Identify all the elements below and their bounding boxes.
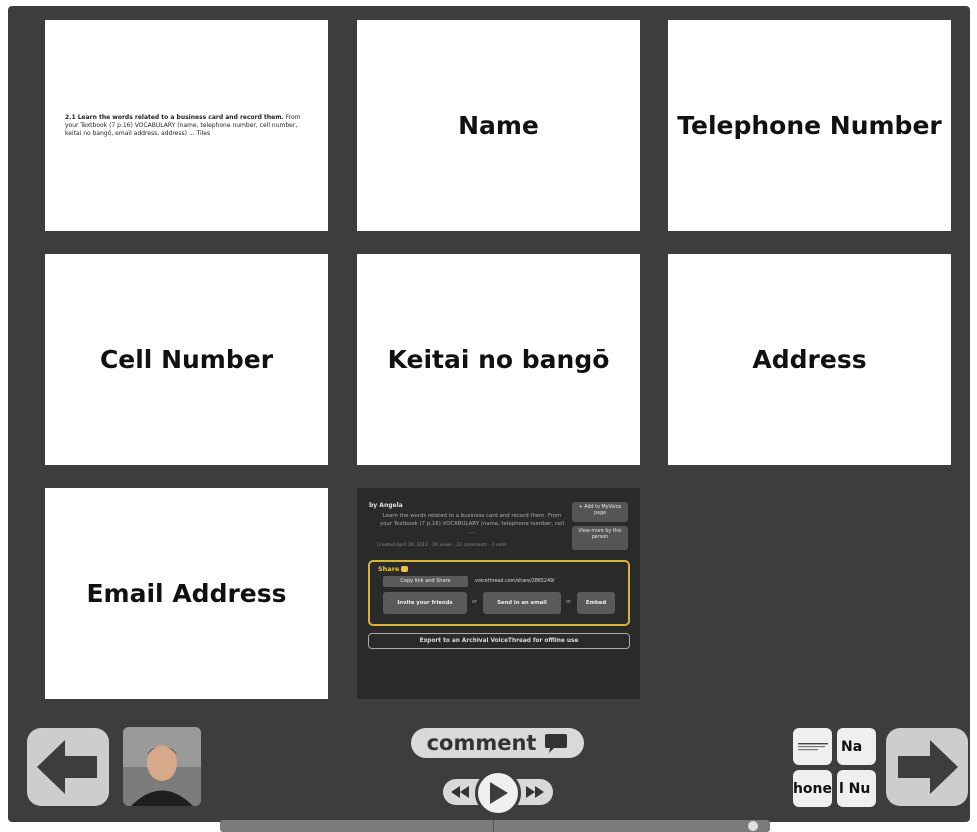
user-photo [123,727,201,806]
slide-title: Cell Number [99,345,274,374]
comment-button[interactable]: comment [411,728,584,758]
export-archival-button[interactable]: Export to an Archival VoiceThread for of… [368,633,630,649]
thumbnail-text-lines [797,742,828,750]
thumbnail-instructions[interactable] [793,728,832,765]
scrubber-handle[interactable] [748,821,758,831]
comment-label: comment [426,731,537,755]
left-arrow-icon [37,740,97,794]
slide-tile-telephone-number[interactable]: Telephone Number [668,20,951,231]
right-arrow-icon [898,740,958,794]
slide-tile-name[interactable]: Name [357,20,640,231]
thumbnail-cell-number[interactable]: l Nu [837,770,876,807]
play-button[interactable] [475,770,521,816]
rewind-button[interactable] [448,784,472,800]
slide-tile-cell-number[interactable]: Cell Number [45,254,328,465]
slide-title: Telephone Number [677,111,942,140]
invite-friends-button[interactable]: Invite your friends [383,592,467,614]
rewind-icon [451,786,469,798]
or-separator: or [472,599,478,605]
playback-controls [443,770,553,816]
slide-tile-email-address[interactable]: Email Address [45,488,328,699]
slide-title: Name [458,111,539,140]
copy-link-button[interactable]: Copy link and Share [383,576,468,587]
slide-title: Keitai no bangō [387,345,610,374]
view-more-button[interactable]: View more by this person [572,526,628,550]
share-label: Share [378,565,400,573]
timeline-scrubber[interactable] [220,820,770,832]
previous-slide-button[interactable] [27,728,109,806]
author-label: by Angela [369,502,403,509]
send-email-button[interactable]: Send in an email [483,592,561,614]
instruction-text: 2.1 Learn the words related to a busines… [45,114,328,138]
slide-thumbnails: Na hone l Nu [793,728,877,808]
fast-forward-button[interactable] [523,784,547,800]
play-icon [490,782,508,804]
slide-tile-address[interactable]: Address [668,254,951,465]
mail-icon [401,566,409,572]
thread-meta: Created April 28, 2012 · 26 views · 22 c… [377,543,506,548]
add-to-myvoice-button[interactable]: + Add to MyVoice page [572,502,628,522]
share-url[interactable]: voicethread.com/share/2865249/ [475,579,555,584]
thread-description: Learn the words related to a business ca… [379,513,565,535]
avatar[interactable] [123,727,201,806]
or-separator: or [566,599,572,605]
thumbnail-name[interactable]: Na [837,728,876,765]
fast-forward-icon [526,786,544,798]
share-box: Share Copy link and Share voicethread.co… [368,560,630,626]
instruction-heading: 2.1 Learn the words related to a busines… [65,113,284,121]
share-panel-tile: by Angela Learn the words related to a b… [357,488,640,699]
next-slide-button[interactable] [886,728,968,806]
share-heading: Share [378,565,409,573]
slide-tile-instructions[interactable]: 2.1 Learn the words related to a busines… [45,20,328,231]
slide-title: Email Address [86,579,287,608]
thumbnail-telephone[interactable]: hone [793,770,832,807]
speech-bubble-icon [545,734,568,753]
embed-button[interactable]: Embed [577,592,615,614]
slide-tile-keitai-no-bango[interactable]: Keitai no bangō [357,254,640,465]
timeline-marker [493,820,494,832]
slide-title: Address [752,345,867,374]
